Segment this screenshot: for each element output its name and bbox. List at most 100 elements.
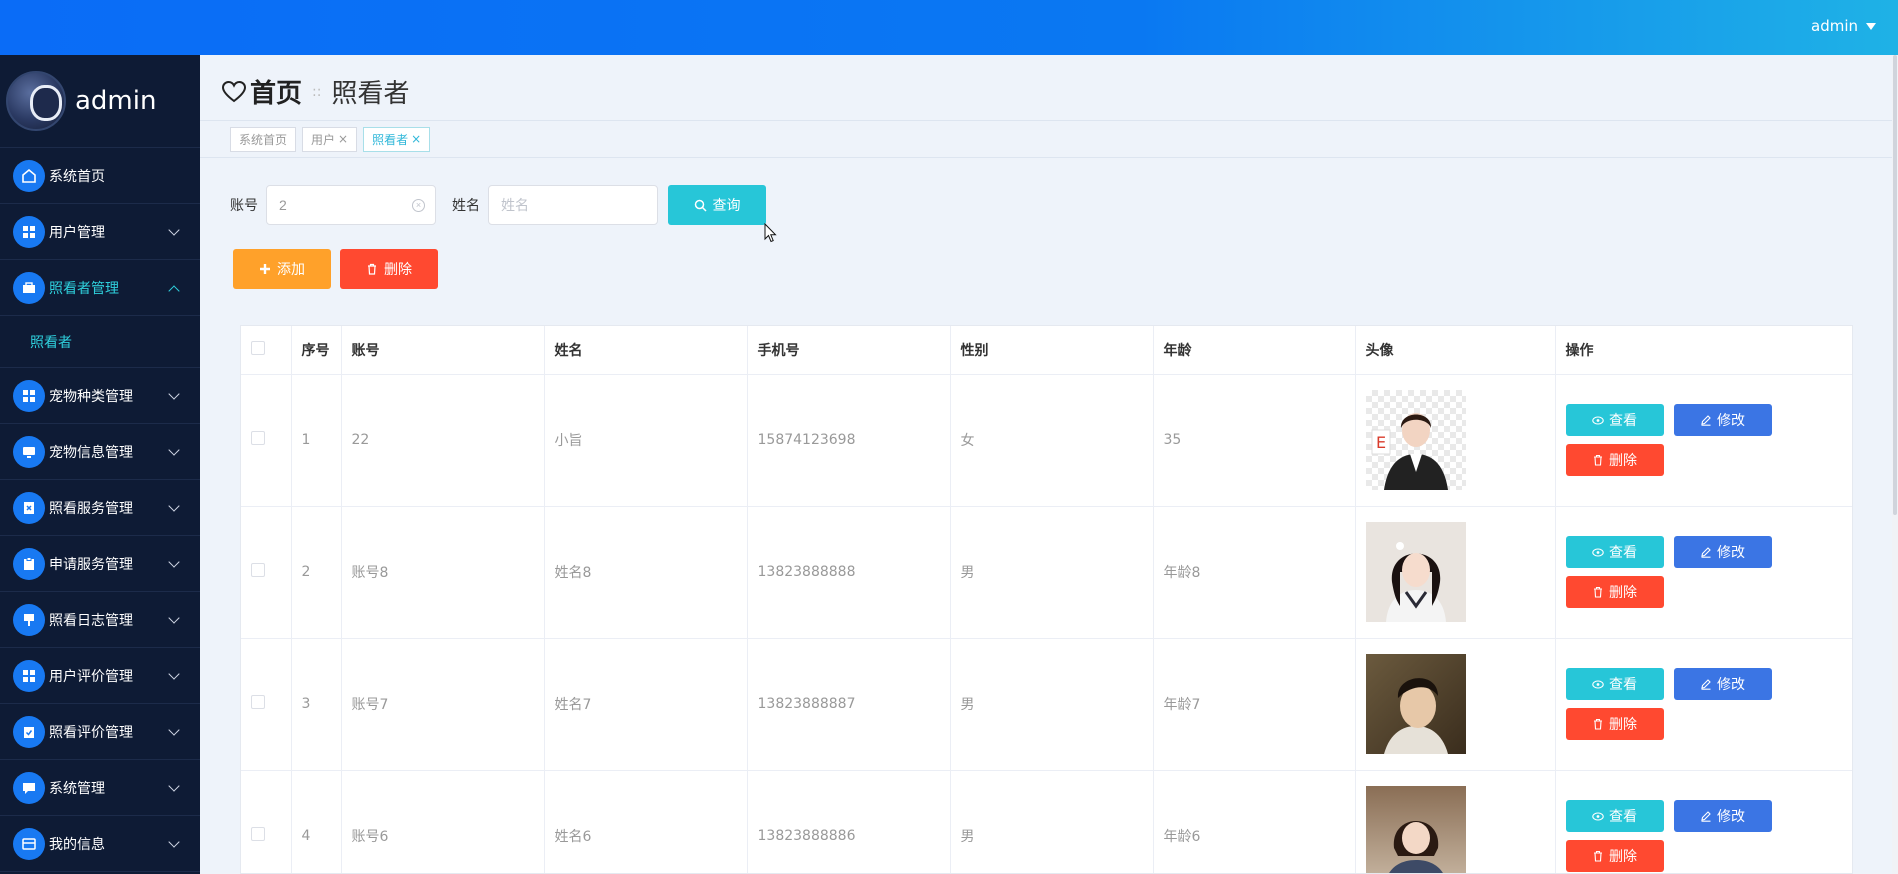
- row-checkbox[interactable]: [251, 827, 265, 841]
- view-label: 查看: [1609, 809, 1637, 825]
- sidebar-item-my-info[interactable]: 我的信息: [0, 816, 200, 872]
- chat-icon: [13, 771, 45, 804]
- page-scrollbar[interactable]: [1892, 55, 1898, 874]
- avatar-photo: [1365, 522, 1466, 622]
- user-menu-label: admin: [1811, 17, 1858, 35]
- sidebar-item-users[interactable]: 用户管理: [0, 204, 200, 260]
- view-button[interactable]: 查看: [1565, 800, 1664, 832]
- grid-icon: [13, 215, 45, 248]
- row-checkbox[interactable]: [251, 695, 265, 709]
- tab-home[interactable]: 系统首页: [230, 126, 297, 152]
- sidebar-item-user-reviews[interactable]: 用户评价管理: [0, 648, 200, 704]
- sidebar-item-label: 照看者管理: [49, 280, 119, 297]
- sidebar-item-label: 宠物信息管理: [49, 444, 133, 461]
- account-input[interactable]: [279, 197, 423, 213]
- delete-button[interactable]: 删除: [1565, 576, 1664, 608]
- chevron-down-icon: [168, 556, 180, 568]
- top-bar: admin: [0, 0, 1898, 55]
- edit-button[interactable]: 修改: [1673, 404, 1772, 436]
- sidebar-item-home[interactable]: 系统首页: [0, 148, 200, 204]
- home-icon: [13, 159, 45, 192]
- column-header: 头像: [1355, 326, 1556, 375]
- delete-button[interactable]: 删除: [1565, 444, 1664, 476]
- chevron-down-icon: [168, 388, 180, 400]
- sidebar-item-care-logs[interactable]: 照看日志管理: [0, 592, 200, 648]
- edit-button[interactable]: 修改: [1673, 536, 1772, 568]
- query-button[interactable]: 查询: [668, 185, 766, 225]
- batch-delete-button[interactable]: 删除: [340, 249, 438, 289]
- cell-gender: 女: [950, 374, 1154, 507]
- sidebar-header: admin: [0, 55, 200, 148]
- tab-users[interactable]: 用户 ×: [302, 126, 358, 152]
- chevron-down-icon: [168, 224, 180, 236]
- chevron-down-icon: [168, 668, 180, 680]
- edit-icon: [1701, 679, 1711, 690]
- page-title: 照看者: [331, 79, 410, 109]
- row-checkbox[interactable]: [251, 431, 265, 445]
- avatar-photo: E: [1365, 390, 1466, 490]
- edit-button[interactable]: 修改: [1673, 800, 1772, 832]
- user-menu[interactable]: admin: [1811, 17, 1876, 35]
- eye-icon: [1592, 547, 1604, 557]
- sidebar-item-service-requests[interactable]: 申请服务管理: [0, 536, 200, 592]
- search-form: 账号 × 姓名 查询: [230, 185, 766, 225]
- sidebar-subitem-caregiver[interactable]: 照看者: [0, 316, 200, 368]
- trash-icon: [368, 263, 376, 275]
- edit-icon: [1701, 811, 1711, 822]
- select-all-cell[interactable]: [241, 326, 292, 375]
- chevron-down-icon: [168, 780, 180, 792]
- cell-gender: 男: [950, 770, 1154, 873]
- close-icon[interactable]: ×: [411, 132, 421, 146]
- cell-account: 账号7: [341, 638, 545, 771]
- tab-caregivers[interactable]: 照看者 ×: [363, 126, 431, 152]
- sidebar-user-name: admin: [75, 86, 157, 116]
- sidebar-item-label: 系统首页: [49, 168, 105, 185]
- breadcrumb-home[interactable]: 首页: [250, 73, 302, 110]
- view-button[interactable]: 查看: [1565, 536, 1664, 568]
- row-actions: 查看 修改 删除: [1565, 536, 1853, 608]
- edit-button[interactable]: 修改: [1673, 668, 1772, 700]
- cell-phone: 13823888886: [747, 770, 951, 873]
- view-button[interactable]: 查看: [1565, 668, 1664, 700]
- delete-button[interactable]: 删除: [1565, 708, 1664, 740]
- view-button[interactable]: 查看: [1565, 404, 1664, 436]
- sidebar-item-system[interactable]: 系统管理: [0, 760, 200, 816]
- row-actions: 查看 修改 删除: [1565, 800, 1853, 872]
- sidebar-item-pet-info[interactable]: 宠物信息管理: [0, 424, 200, 480]
- row-actions: 查看 修改 删除: [1565, 404, 1853, 476]
- delete-label: 删除: [1609, 453, 1637, 469]
- sidebar-item-care-services[interactable]: 照看服务管理: [0, 480, 200, 536]
- delete-button[interactable]: 删除: [1565, 840, 1664, 872]
- scrollbar-thumb[interactable]: [1893, 55, 1897, 515]
- clipboard-check-icon: [13, 715, 45, 748]
- sidebar-item-care-reviews[interactable]: 照看评价管理: [0, 704, 200, 760]
- row-checkbox[interactable]: [251, 563, 265, 577]
- account-field[interactable]: ×: [266, 185, 436, 225]
- select-all-checkbox[interactable]: [251, 340, 265, 355]
- column-header: 操作: [1555, 326, 1852, 375]
- delete-label: 删除: [1609, 585, 1637, 601]
- clipboard-icon: [13, 547, 45, 580]
- chevron-down-icon: [168, 444, 180, 456]
- column-header: 手机号: [747, 326, 951, 375]
- breadcrumb-separator: ::: [312, 83, 322, 100]
- query-button-label: 查询: [712, 198, 741, 214]
- name-field[interactable]: [488, 185, 658, 225]
- wallet-icon: [13, 827, 45, 860]
- table-header-row: 序号 账号 姓名 手机号 性别 年龄 头像 操作: [241, 326, 1852, 375]
- close-icon[interactable]: ×: [338, 132, 348, 146]
- cell-account: 22: [341, 374, 545, 507]
- name-input[interactable]: [501, 197, 645, 213]
- plus-icon: [260, 264, 270, 274]
- add-button-label: 添加: [277, 262, 305, 278]
- clear-icon[interactable]: ×: [412, 199, 425, 212]
- sidebar-item-pet-types[interactable]: 宠物种类管理: [0, 368, 200, 424]
- doc-x-icon: [13, 491, 45, 524]
- sidebar-item-label: 申请服务管理: [49, 556, 133, 573]
- cell-name: 姓名6: [544, 770, 748, 873]
- tab-label: 用户: [311, 132, 336, 147]
- sidebar-item-caregivers[interactable]: 照看者管理: [0, 260, 200, 316]
- heart-icon: [222, 80, 246, 102]
- add-button[interactable]: 添加: [233, 249, 331, 289]
- sidebar-item-label: 用户管理: [49, 224, 105, 241]
